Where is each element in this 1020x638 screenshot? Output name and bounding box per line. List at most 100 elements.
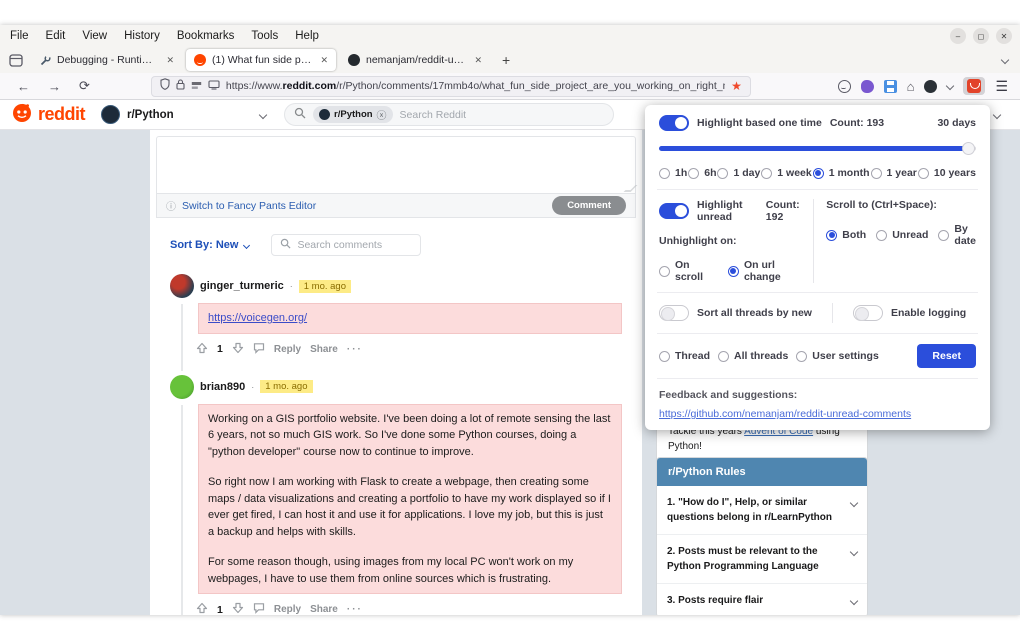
tab-close-icon[interactable]: ✕ [166, 55, 174, 66]
extension-github-icon[interactable] [924, 79, 938, 93]
reply-bubble-icon[interactable] [253, 602, 265, 615]
permission-icon[interactable] [191, 77, 202, 95]
extensions-chevron-icon[interactable] [946, 81, 955, 91]
reply-button[interactable]: Reply [274, 604, 301, 615]
share-button[interactable]: Share [310, 344, 338, 355]
menu-edit[interactable]: Edit [46, 30, 66, 42]
account-icon[interactable] [837, 79, 851, 93]
menu-bookmarks[interactable]: Bookmarks [177, 30, 235, 42]
radio-all-threads[interactable]: All threads [718, 350, 788, 362]
radio-1h[interactable]: 1h [659, 167, 687, 179]
tab-debugging[interactable]: Debugging - Runtime / D ✕ [32, 49, 182, 71]
menu-file[interactable]: File [10, 30, 29, 42]
more-options-icon[interactable]: ··· [347, 604, 363, 615]
tab-reddit-active[interactable]: (1) What fun side projec ✕ [186, 49, 336, 71]
extension-save-icon[interactable] [883, 79, 897, 93]
comment-actions: 1 Reply Share ··· [196, 342, 636, 357]
radio-on-url-change[interactable]: On url change [727, 259, 805, 283]
python-rules-widget: r/Python Rules 1. "How do I", Help, or s… [656, 457, 868, 615]
community-selector[interactable]: r/Python [101, 105, 268, 124]
comment-submit-button[interactable]: Comment [552, 196, 626, 215]
sort-threads-toggle[interactable] [659, 305, 689, 321]
upvote-icon[interactable] [196, 342, 208, 357]
reddit-wordmark[interactable]: reddit [38, 104, 86, 125]
reddit-logo-icon[interactable] [10, 100, 34, 129]
upvote-icon[interactable] [196, 602, 208, 615]
back-icon[interactable]: ← [8, 79, 39, 94]
screenshare-blocked-icon[interactable] [208, 77, 220, 95]
radio-1-week[interactable]: 1 week [761, 167, 812, 179]
tab-github[interactable]: nemanjam/reddit-unread ✕ [340, 49, 490, 71]
sort-by-dropdown[interactable]: Sort By: New [170, 239, 251, 251]
comment-textarea[interactable] [156, 136, 636, 194]
comment-link[interactable]: https://voicegen.org/ [208, 312, 307, 324]
radio-both[interactable]: Both [826, 229, 866, 241]
tab-close-icon[interactable]: ✕ [320, 55, 328, 66]
chevron-down-icon[interactable] [849, 498, 859, 508]
radio-10-years[interactable]: 10 years [917, 167, 976, 179]
app-menu-icon[interactable]: ☰ [995, 78, 1008, 95]
radio-1-month[interactable]: 1 month [812, 167, 870, 179]
lock-icon[interactable] [176, 77, 185, 95]
radio-on-scroll[interactable]: On scroll [659, 259, 714, 283]
reset-button[interactable]: Reset [917, 344, 976, 368]
radio-user-settings[interactable]: User settings [796, 350, 879, 362]
new-tab-button[interactable]: + [494, 52, 518, 68]
close-button[interactable]: ✕ [996, 28, 1012, 44]
list-all-tabs-icon[interactable] [1000, 55, 1010, 65]
avatar[interactable] [170, 374, 194, 399]
comment-timestamp[interactable]: 1 mo. ago [298, 279, 351, 293]
tab-close-icon[interactable]: ✕ [474, 55, 482, 66]
reply-bubble-icon[interactable] [253, 342, 265, 357]
radio-by-date[interactable]: By date [938, 223, 976, 247]
feedback-link[interactable]: https://github.com/nemanjam/reddit-unrea… [659, 408, 976, 420]
radio-1-day[interactable]: 1 day [717, 167, 760, 179]
fancy-pants-link[interactable]: Switch to Fancy Pants Editor [182, 200, 316, 212]
chevron-down-icon[interactable] [849, 596, 859, 606]
downvote-icon[interactable] [232, 342, 244, 357]
search-comments-input[interactable] [297, 239, 413, 251]
forward-icon[interactable]: → [39, 79, 70, 94]
radio-6h[interactable]: 6h [688, 167, 717, 179]
rule-item[interactable]: 2. Posts must be relevant to the Python … [657, 535, 867, 584]
slider-knob[interactable] [962, 142, 975, 155]
comment-author[interactable]: brian890 [200, 381, 245, 393]
highlight-unread-toggle[interactable] [659, 203, 689, 219]
more-options-icon[interactable]: ··· [347, 344, 363, 355]
radio-thread[interactable]: Thread [659, 350, 710, 362]
shield-icon[interactable] [160, 77, 170, 95]
url-bar[interactable]: https://www.reddit.com/r/Python/comments… [150, 75, 751, 97]
maximize-button[interactable]: ◻ [973, 28, 989, 44]
comment-author[interactable]: ginger_turmeric [200, 280, 284, 292]
chip-close-icon[interactable]: ⓧ [377, 107, 387, 122]
chevron-down-icon[interactable] [849, 547, 859, 557]
avatar[interactable] [170, 274, 194, 298]
refresh-icon[interactable]: ⟳ [70, 78, 99, 94]
downvote-icon[interactable] [232, 602, 244, 615]
reply-button[interactable]: Reply [274, 344, 301, 355]
highlight-time-toggle[interactable] [659, 115, 689, 131]
bookmark-star-icon[interactable]: ★ [731, 79, 742, 93]
menu-tools[interactable]: Tools [251, 30, 278, 42]
menu-view[interactable]: View [82, 30, 107, 42]
menu-history[interactable]: History [124, 30, 160, 42]
search-community-chip[interactable]: r/Python ⓧ [313, 106, 393, 123]
search-input[interactable] [399, 108, 605, 121]
extension-reddit-unread-icon[interactable] [963, 77, 986, 95]
search-comments-box[interactable] [271, 234, 422, 256]
radio-1-year[interactable]: 1 year [870, 167, 917, 179]
minimize-button[interactable]: – [950, 28, 966, 44]
share-button[interactable]: Share [310, 604, 338, 615]
firefox-view-icon[interactable] [6, 51, 26, 69]
radio-unread[interactable]: Unread [876, 229, 928, 241]
menu-help[interactable]: Help [295, 30, 319, 42]
reddit-search-bar[interactable]: r/Python ⓧ [284, 103, 615, 126]
rule-item[interactable]: 3. Posts require flair [657, 584, 867, 615]
comment-timestamp[interactable]: 1 mo. ago [260, 380, 313, 393]
home-icon[interactable]: ⌂ [907, 79, 915, 94]
extension-purple-icon[interactable] [860, 79, 874, 93]
days-slider[interactable] [659, 141, 976, 155]
rule-item[interactable]: 1. "How do I", Help, or similar question… [657, 486, 867, 535]
url-text[interactable]: https://www.reddit.com/r/Python/comments… [226, 80, 725, 92]
logging-toggle[interactable] [852, 305, 883, 321]
